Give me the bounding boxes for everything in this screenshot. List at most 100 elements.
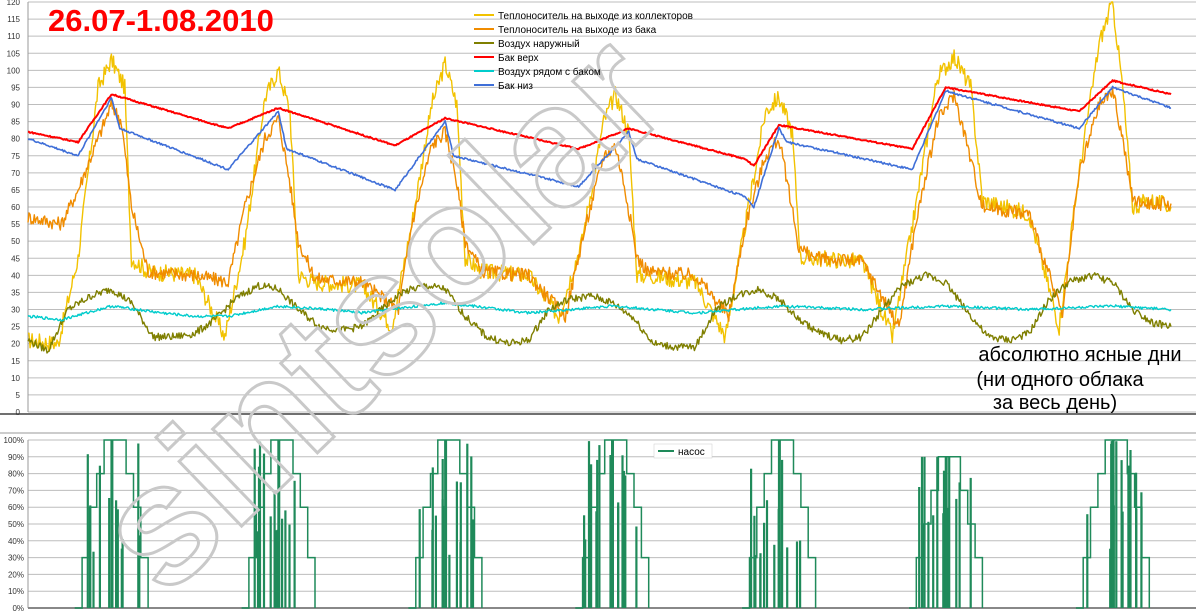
pump-peak-bar [611, 440, 614, 608]
pump-spike [958, 482, 961, 608]
y-tick-label: 100% [4, 436, 24, 445]
y-tick-label: 85 [11, 118, 20, 127]
pump-peak-bar [1111, 440, 1115, 608]
pump-spike [927, 521, 930, 608]
y-tick-label: 0% [12, 604, 24, 613]
legend-label: насос [678, 447, 705, 458]
y-tick-label: 10% [8, 587, 24, 596]
y-tick-label: 65 [11, 186, 20, 195]
y-tick-label: 35 [11, 288, 20, 297]
pump-spike [1140, 492, 1143, 608]
pump-spike [947, 508, 950, 608]
y-tick-label: 115 [7, 15, 20, 24]
y-tick-label: 80 [11, 135, 20, 144]
pump-spike [1121, 511, 1124, 608]
y-tick-label: 10 [11, 374, 20, 383]
pump-spike [955, 498, 958, 608]
y-tick-label: 70 [11, 169, 20, 178]
pump-spike [942, 513, 945, 608]
y-tick-label: 50 [11, 237, 20, 246]
pump-spike [969, 477, 972, 608]
pump-spike [1135, 472, 1138, 608]
pump-spike [765, 500, 769, 608]
top-chart-y-ticks: 0 5 10 15 20 25 30 35 40 45 50 55 60 65 70 75 80 85 90 95 10… [7, 0, 21, 417]
pump-spike [275, 547, 278, 608]
pump-spike [932, 515, 935, 608]
pump-spike [786, 547, 789, 608]
legend-label: Теплоноситель на выходе из коллекторов [498, 11, 693, 22]
y-tick-label: 70% [8, 486, 24, 495]
y-tick-label: 40% [8, 537, 24, 546]
y-tick-label: 45 [11, 254, 20, 263]
pump-spike [759, 557, 762, 608]
chart-canvas: 0 5 10 15 20 25 30 35 40 45 50 55 60 65 70 75 80 85 90 95 10… [0, 0, 1196, 614]
pump-spike [448, 554, 451, 608]
pump-spike [621, 455, 624, 608]
y-tick-label: 20 [11, 340, 20, 349]
y-tick-label: 20% [8, 570, 24, 579]
y-tick-label: 0 [16, 408, 21, 417]
pump-spike [598, 445, 601, 608]
y-tick-label: 55 [11, 220, 20, 229]
y-tick-label: 25 [11, 323, 20, 332]
pump-spike [936, 456, 939, 608]
series-line-3 [27, 271, 1172, 354]
y-tick-label: 110 [7, 32, 20, 41]
y-tick-label: 50% [8, 520, 24, 529]
pump-spike [918, 487, 921, 608]
y-tick-label: 60 [11, 203, 20, 212]
y-tick-label: 95 [11, 83, 20, 92]
y-tick-label: 40 [11, 271, 20, 280]
pump-spike [584, 539, 587, 608]
pump-peak-bar [777, 440, 781, 608]
pump-legend: насос [653, 443, 713, 459]
y-tick-label: 90% [8, 453, 24, 462]
pump-spike [434, 515, 437, 608]
y-tick-label: 105 [7, 49, 21, 58]
chart-title: 26.07-1.08.2010 [48, 3, 274, 38]
pump-spike [288, 524, 291, 608]
pump-spike [617, 502, 620, 608]
pump-spike [596, 459, 599, 608]
pump-chart-y-ticks: 0% 10% 20% 30% 40% 50% 60% 70% 80% 90% 100% [4, 436, 24, 613]
pump-spike [781, 459, 784, 608]
y-tick-label: 120 [7, 0, 21, 7]
pump-spike [1086, 514, 1089, 608]
pump-spike [455, 481, 458, 608]
pump-spike [442, 505, 445, 608]
pump-spike [763, 522, 766, 608]
legend-label: Воздух наружный [498, 39, 580, 50]
y-tick-label: 60% [8, 503, 24, 512]
pump-spike [795, 541, 799, 608]
pump-spike [466, 443, 469, 608]
pump-spike [431, 467, 434, 608]
y-tick-label: 100 [7, 66, 21, 75]
pump-spike [624, 475, 627, 608]
y-tick-label: 30 [11, 306, 20, 315]
pump-spike [1127, 465, 1130, 608]
pump-spike [1115, 441, 1118, 608]
y-tick-label: 90 [11, 101, 20, 110]
pump-spike [590, 464, 593, 608]
y-tick-label: 30% [8, 554, 24, 563]
pump-spike [750, 468, 753, 608]
legend-label: Теплоноситель на выходе из бака [498, 24, 657, 36]
annotation-line-1: абсолютно ясные дни [978, 344, 1181, 366]
annotation-line-2: (ни одного облака [976, 369, 1144, 391]
clear-days-annotation: абсолютно ясные дни (ни одного облака за… [976, 344, 1181, 414]
pump-spike [799, 540, 802, 608]
pump-spike [470, 456, 473, 608]
y-tick-label: 15 [11, 357, 20, 366]
pump-spike [1129, 450, 1132, 608]
pump-spike [459, 482, 462, 608]
pump-spike [418, 509, 421, 608]
pump-spike [753, 515, 756, 608]
pump-spike [923, 456, 926, 608]
legend-label: Бак верх [498, 53, 539, 64]
annotation-line-3: за весь день) [993, 392, 1117, 414]
pump-spike [921, 549, 924, 608]
pump-spike [92, 551, 95, 608]
y-tick-label: 80% [8, 470, 24, 479]
series-line-5 [27, 300, 1172, 322]
legend-label: Бак низ [498, 81, 533, 92]
